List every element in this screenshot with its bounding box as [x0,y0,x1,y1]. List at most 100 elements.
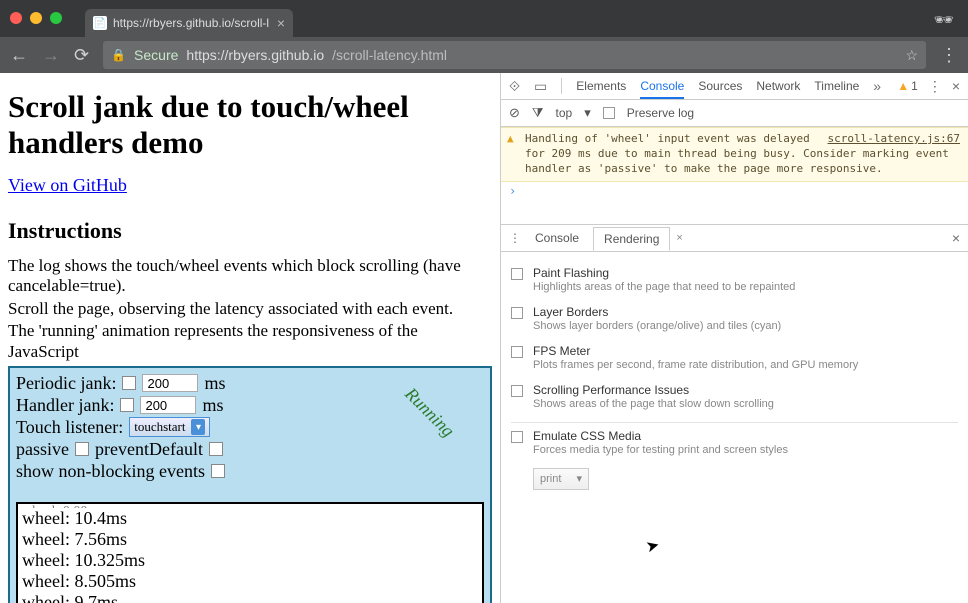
device-toggle-icon[interactable]: ▭ [534,78,547,95]
clear-console-icon[interactable]: ⊘ [509,105,520,121]
touch-listener-value: touchstart [134,419,185,435]
tab-timeline[interactable]: Timeline [814,73,859,99]
warning-triangle-icon: ▲ [897,79,909,93]
github-link[interactable]: View on GitHub [8,175,127,195]
tab-title: https://rbyers.github.io/scroll-l [113,16,269,30]
warning-source-link[interactable]: scroll-latency.js:67 [828,132,960,147]
inspect-icon[interactable]: ⟐ [509,78,520,95]
emulate-media-checkbox[interactable] [511,431,523,443]
ms-label-2: ms [202,395,223,416]
instructions-p2: Scroll the page, observing the latency a… [8,299,492,319]
preventdefault-label: preventDefault [95,439,203,460]
media-type-value: print [540,473,561,485]
scrolling-perf-checkbox[interactable] [511,385,523,397]
passive-checkbox[interactable] [75,442,89,456]
devtools-close-icon[interactable]: × [952,78,960,94]
drawer-menu-icon[interactable]: ⋮ [509,231,521,245]
devtools-menu-icon[interactable]: ⋮ [928,78,942,95]
handler-checkbox[interactable] [120,398,134,412]
page-content: Scroll jank due to touch/wheel handlers … [0,73,500,603]
forward-icon: → [42,45,60,66]
log-line: wheel: 10.4ms [22,508,478,529]
option-fps-meter: FPS Meter Plots frames per second, frame… [511,344,958,371]
bookmark-star-icon[interactable]: ☆ [905,47,918,64]
option-title: Emulate CSS Media [533,429,788,443]
maximize-window-icon[interactable] [50,12,62,24]
warning-count-badge[interactable]: ▲1 [897,79,918,93]
lock-icon: 🔒 [111,48,126,62]
close-tab-icon[interactable]: × [277,15,285,31]
touch-listener-label: Touch listener: [16,417,123,438]
tab-elements[interactable]: Elements [576,73,626,99]
layer-borders-checkbox[interactable] [511,307,523,319]
browser-menu-icon[interactable]: ⋮ [940,45,958,66]
handler-label: Handler jank: [16,395,114,416]
fps-meter-checkbox[interactable] [511,346,523,358]
console-messages: ▲ scroll-latency.js:67 Handling of 'whee… [501,127,968,200]
reload-icon[interactable]: ⟳ [74,45,89,66]
chevron-down-icon: ▾ [191,419,205,435]
option-title: Layer Borders [533,305,781,319]
show-nonblocking-label: show non-blocking events [16,461,205,482]
option-title: FPS Meter [533,344,858,358]
preventdefault-checkbox[interactable] [209,442,223,456]
close-window-icon[interactable] [10,12,22,24]
filter-icon[interactable]: ⧩ [532,105,544,121]
level-dropdown-icon[interactable]: ▾ [584,105,591,121]
preserve-log-checkbox[interactable] [603,107,615,119]
url-path: /scroll-latency.html [332,47,447,63]
option-title: Paint Flashing [533,266,795,280]
tab-network[interactable]: Network [756,73,800,99]
more-tabs-icon[interactable]: » [873,78,881,94]
devtools-panel: ⟐ ▭ Elements Console Sources Network Tim… [500,73,968,603]
periodic-label: Periodic jank: [16,373,116,394]
touch-listener-select[interactable]: touchstart ▾ [129,417,210,437]
console-warning[interactable]: ▲ scroll-latency.js:67 Handling of 'whee… [501,127,968,182]
rendering-panel: Paint Flashing Highlights areas of the p… [501,252,968,603]
demo-panel: Periodic jank: ms Handler jank: ms Touch… [8,366,492,603]
option-sub: Highlights areas of the page that need t… [533,281,795,293]
minimize-window-icon[interactable] [30,12,42,24]
paint-flashing-checkbox[interactable] [511,268,523,280]
page-title: Scroll jank due to touch/wheel handlers … [8,89,492,161]
handler-input[interactable] [140,396,196,414]
option-title: Scrolling Performance Issues [533,383,774,397]
option-scrolling-perf: Scrolling Performance Issues Shows areas… [511,383,958,410]
option-sub: Plots frames per second, frame rate dist… [533,359,858,371]
option-paint-flashing: Paint Flashing Highlights areas of the p… [511,266,958,293]
ms-label: ms [204,373,225,394]
browser-tab[interactable]: 📄 https://rbyers.github.io/scroll-l × [85,9,293,37]
media-type-select[interactable]: print ▾ [533,468,589,490]
window-titlebar: 📄 https://rbyers.github.io/scroll-l × 🕶 [0,0,968,37]
drawer-close-icon[interactable]: × [952,230,960,246]
drawer-tab-rendering[interactable]: Rendering [593,227,670,251]
log-line: wheel: 8.505ms [22,571,478,592]
periodic-input[interactable] [142,374,198,392]
context-selector[interactable]: top [556,106,573,120]
drawer-tab-console[interactable]: Console [525,227,589,249]
drawer-tabbar: ⋮ Console Rendering × × [501,224,968,252]
incognito-icon: 🕶 [934,10,954,30]
instructions-p3: The 'running' animation represents the r… [8,321,492,362]
tab-sources[interactable]: Sources [698,73,742,99]
secure-label: Secure [134,47,178,63]
url-host: https://rbyers.github.io [186,47,324,63]
favicon-icon: 📄 [93,16,107,30]
option-sub: Forces media type for testing print and … [533,444,788,456]
console-prompt[interactable]: › [501,182,968,200]
instructions-p1: The log shows the touch/wheel events whi… [8,256,492,297]
passive-label: passive [16,439,69,460]
option-emulate-media: Emulate CSS Media Forces media type for … [511,429,958,456]
browser-toolbar: ← → ⟳ 🔒 Secure https://rbyers.github.io/… [0,37,968,73]
tab-console[interactable]: Console [640,73,684,99]
log-line: wheel: 10.325ms [22,550,478,571]
event-log[interactable]: wheel: 0.00ms wheel: 10.4ms wheel: 7.56m… [16,502,484,603]
address-bar[interactable]: 🔒 Secure https://rbyers.github.io/scroll… [103,41,926,69]
periodic-checkbox[interactable] [122,376,136,390]
preserve-log-label: Preserve log [627,106,694,120]
instructions-heading: Instructions [8,218,492,244]
back-icon[interactable]: ← [10,45,28,66]
option-sub: Shows layer borders (orange/olive) and t… [533,320,781,332]
warning-triangle-icon: ▲ [507,132,514,147]
show-nonblocking-checkbox[interactable] [211,464,225,478]
